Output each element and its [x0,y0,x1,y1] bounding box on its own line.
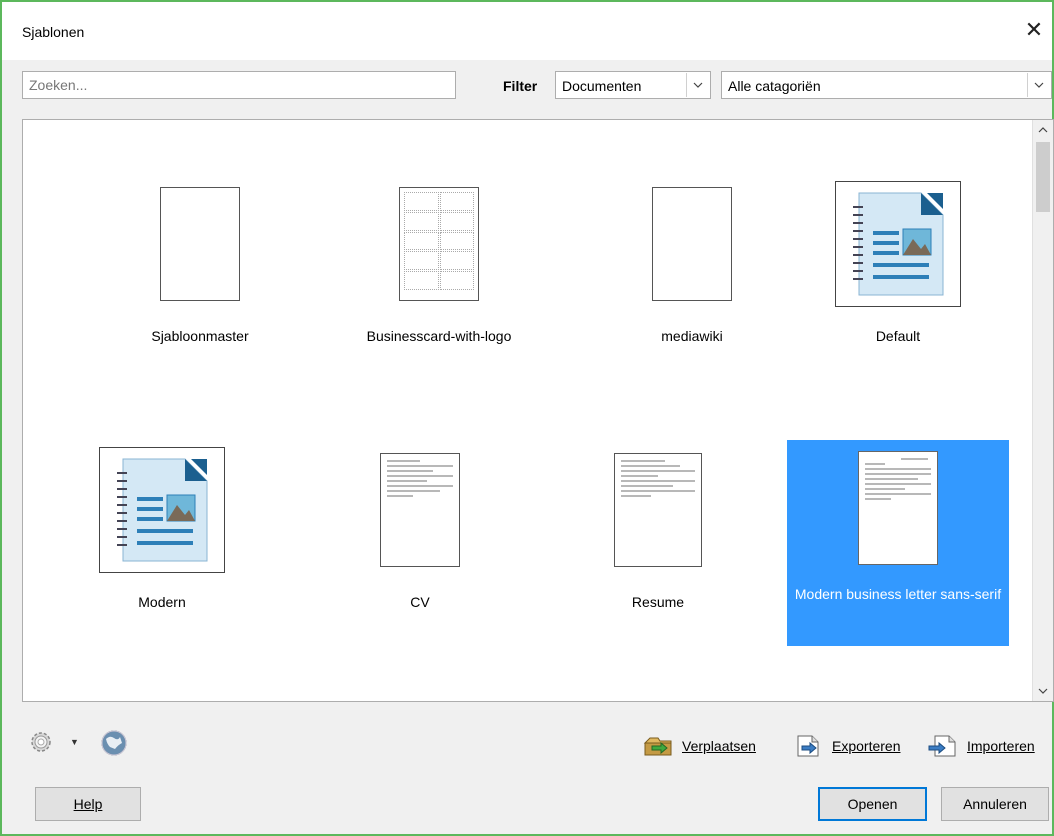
title-bar: Sjablonen ✕ [2,2,1052,60]
template-tile[interactable]: Modern [51,444,273,654]
template-thumbnail [614,453,702,567]
move-label: Verplaatsen [682,738,756,754]
template-tile[interactable]: Businesscard-with-logo [328,178,550,388]
export-icon [797,735,819,757]
template-grid[interactable]: Sjabloonmaster Businesscard-with-logo me… [22,119,1054,702]
template-thumbnail [858,451,938,565]
dialog-title: Sjablonen [22,24,85,40]
template-tile-selected[interactable]: Modern business letter sans-serif [787,440,1009,646]
dropdown-arrow-icon[interactable]: ▼ [70,737,79,747]
move-icon [643,737,672,756]
search-input[interactable] [22,71,456,99]
template-name: CV [410,594,430,610]
template-tile[interactable]: Sjabloonmaster [89,178,311,388]
template-thumbnail [652,187,732,301]
import-icon [928,735,956,757]
close-icon[interactable]: ✕ [1022,18,1046,42]
template-name: Modern business letter sans-serif [794,586,1002,602]
category-select[interactable]: Alle catagoriën [721,71,1052,99]
chevron-down-icon[interactable] [686,73,709,97]
export-button[interactable]: Exporteren [792,733,900,759]
import-label: Importeren [967,738,1035,754]
cancel-button[interactable]: Annuleren [941,787,1049,821]
vertical-scrollbar[interactable] [1032,120,1053,701]
filter-label: Filter [503,78,538,94]
template-tile[interactable]: mediawiki [581,178,803,388]
template-name: Sjabloonmaster [151,328,249,344]
template-name: Businesscard-with-logo [366,328,512,344]
chevron-up-icon[interactable] [1033,120,1053,140]
import-button[interactable]: Importeren [927,733,1035,759]
help-button[interactable]: Help [35,787,141,821]
template-tile[interactable]: Resume [547,444,769,654]
category-value: Alle catagoriën [728,78,821,94]
template-tile[interactable]: Default [787,178,1009,388]
document-type-select[interactable]: Documenten [555,71,711,99]
template-thumbnail [399,187,479,301]
template-thumbnail [160,187,240,301]
chevron-down-icon[interactable] [1027,73,1050,97]
libreoffice-writer-icon [853,192,944,296]
template-name: Modern [138,594,186,610]
gear-icon[interactable] [28,729,54,755]
template-thumbnail [380,453,460,567]
template-name: Default [875,328,921,344]
open-button[interactable]: Openen [818,787,927,821]
globe-icon[interactable] [100,729,128,757]
template-tile[interactable]: CV [309,444,531,654]
document-type-value: Documenten [562,78,642,94]
templates-dialog: Sjablonen ✕ Filter Documenten Alle catag… [0,0,1054,836]
template-name: mediawiki [661,328,723,344]
chevron-down-icon[interactable] [1033,681,1053,701]
template-thumbnail [99,447,225,573]
move-button[interactable]: Verplaatsen [642,733,756,759]
scrollbar-thumb[interactable] [1036,142,1050,212]
export-label: Exporteren [832,738,901,754]
template-name: Resume [631,594,685,610]
template-thumbnail [835,181,961,307]
libreoffice-writer-icon [117,458,208,562]
